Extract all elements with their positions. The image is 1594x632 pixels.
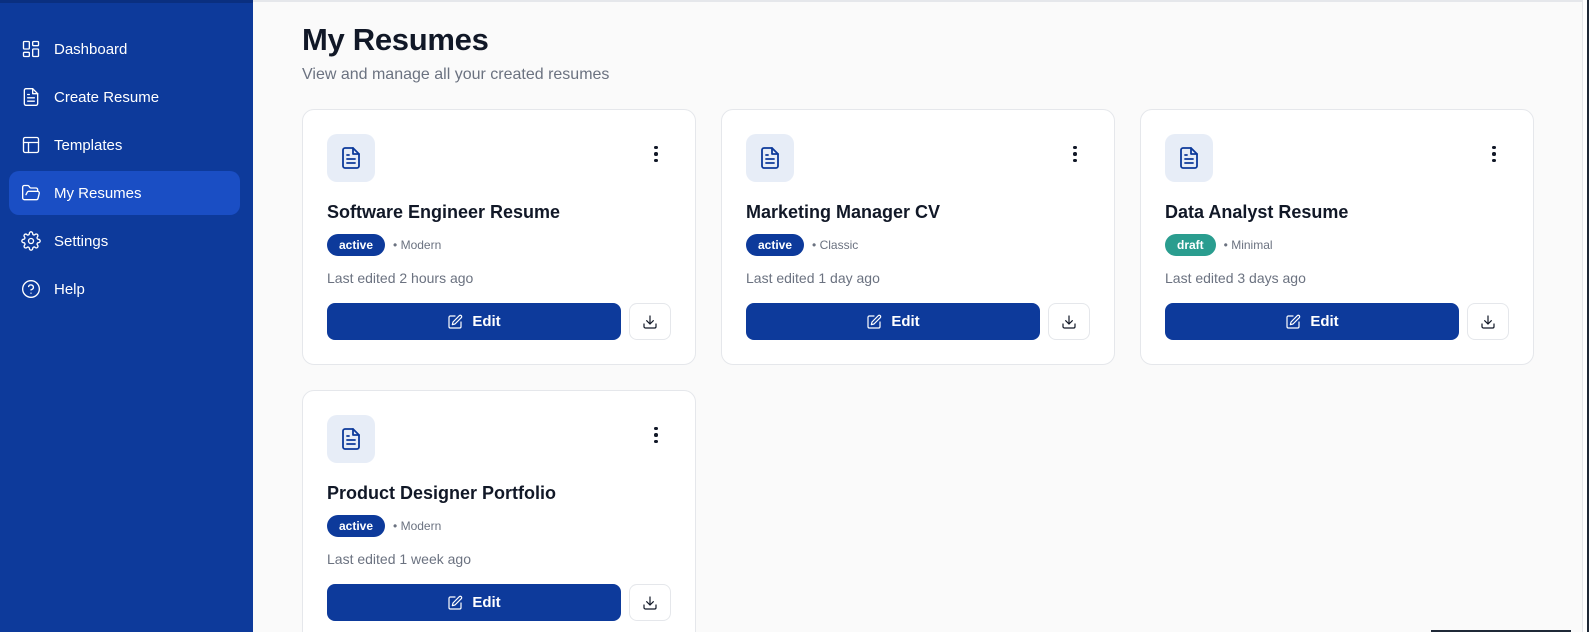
sidebar-item-label: Help: [54, 280, 85, 298]
scrollbar[interactable]: [1582, 0, 1594, 632]
page-title: My Resumes: [302, 22, 489, 57]
folder-open-icon: [21, 183, 41, 203]
sidebar-item-label: Settings: [54, 232, 109, 250]
gear-icon: [21, 231, 41, 251]
layout-icon: [21, 135, 41, 155]
template-name: • Modern: [393, 519, 442, 533]
document-icon: [327, 415, 375, 463]
template-name: • Minimal: [1223, 238, 1273, 252]
resume-meta: draft • Minimal: [1165, 234, 1273, 256]
sidebar-item-label: Dashboard: [54, 40, 128, 58]
sidebar-item-settings[interactable]: Settings: [9, 219, 240, 263]
sidebar-item-label: My Resumes: [54, 184, 142, 202]
edit-icon: [448, 314, 463, 329]
main-content: My Resumes View and manage all your crea…: [253, 0, 1594, 632]
sidebar-item-label: Templates: [54, 136, 123, 154]
edit-icon: [1286, 314, 1301, 329]
last-edited: Last edited 1 week ago: [327, 551, 471, 567]
download-button[interactable]: [1048, 303, 1090, 340]
sidebar: Dashboard Create Resume Templates My Res…: [0, 0, 253, 632]
document-icon: [327, 134, 375, 182]
download-icon: [1481, 314, 1495, 329]
template-name: • Classic: [812, 238, 859, 252]
file-text-icon: [21, 87, 41, 107]
resume-card: Data Analyst Resume draft • Minimal Last…: [1140, 109, 1534, 365]
status-badge: draft: [1165, 234, 1216, 256]
download-button[interactable]: [1467, 303, 1509, 340]
more-options-icon[interactable]: [647, 144, 665, 164]
download-button[interactable]: [629, 303, 671, 340]
edit-button-label: Edit: [891, 313, 920, 330]
edit-button[interactable]: Edit: [327, 584, 621, 621]
sidebar-item-dashboard[interactable]: Dashboard: [9, 27, 240, 71]
sidebar-item-create-resume[interactable]: Create Resume: [9, 75, 240, 119]
sidebar-nav: Dashboard Create Resume Templates My Res…: [9, 27, 240, 315]
edit-icon: [867, 314, 882, 329]
more-options-icon[interactable]: [1066, 144, 1084, 164]
page-subtitle: View and manage all your created resumes: [302, 66, 610, 83]
resume-meta: active • Modern: [327, 515, 441, 537]
resume-title[interactable]: Product Designer Portfolio: [327, 483, 556, 504]
more-options-icon[interactable]: [647, 425, 665, 445]
document-icon: [1165, 134, 1213, 182]
last-edited: Last edited 1 day ago: [746, 270, 880, 286]
download-icon: [643, 595, 657, 610]
sidebar-item-help[interactable]: Help: [9, 267, 240, 311]
edit-button[interactable]: Edit: [1165, 303, 1459, 340]
resume-meta: active • Classic: [746, 234, 858, 256]
edit-button-label: Edit: [472, 594, 501, 611]
status-badge: active: [327, 234, 386, 256]
template-name: • Modern: [393, 238, 442, 252]
edit-button-label: Edit: [1310, 313, 1339, 330]
sidebar-item-my-resumes[interactable]: My Resumes: [9, 171, 240, 215]
download-icon: [1062, 314, 1076, 329]
edit-button[interactable]: Edit: [327, 303, 621, 340]
more-options-icon[interactable]: [1485, 144, 1503, 164]
download-button[interactable]: [629, 584, 671, 621]
last-edited: Last edited 3 days ago: [1165, 270, 1306, 286]
resume-title[interactable]: Data Analyst Resume: [1165, 202, 1348, 223]
resume-title[interactable]: Software Engineer Resume: [327, 202, 560, 223]
last-edited: Last edited 2 hours ago: [327, 270, 474, 286]
sidebar-item-templates[interactable]: Templates: [9, 123, 240, 167]
resume-title[interactable]: Marketing Manager CV: [746, 202, 940, 223]
edit-button-label: Edit: [472, 313, 501, 330]
edit-icon: [448, 595, 463, 610]
help-circle-icon: [21, 279, 41, 299]
resume-meta: active • Modern: [327, 234, 441, 256]
resume-card: Product Designer Portfolio active • Mode…: [302, 390, 696, 632]
sidebar-top-border: [0, 0, 253, 3]
resume-card: Software Engineer Resume active • Modern…: [302, 109, 696, 365]
resume-card: Marketing Manager CV active • Classic La…: [721, 109, 1115, 365]
status-badge: active: [746, 234, 805, 256]
dashboard-icon: [21, 39, 41, 59]
document-icon: [746, 134, 794, 182]
edit-button[interactable]: Edit: [746, 303, 1040, 340]
status-badge: active: [327, 515, 386, 537]
scrollbar-track: [1587, 0, 1589, 632]
download-icon: [643, 314, 657, 329]
sidebar-item-label: Create Resume: [54, 88, 160, 106]
